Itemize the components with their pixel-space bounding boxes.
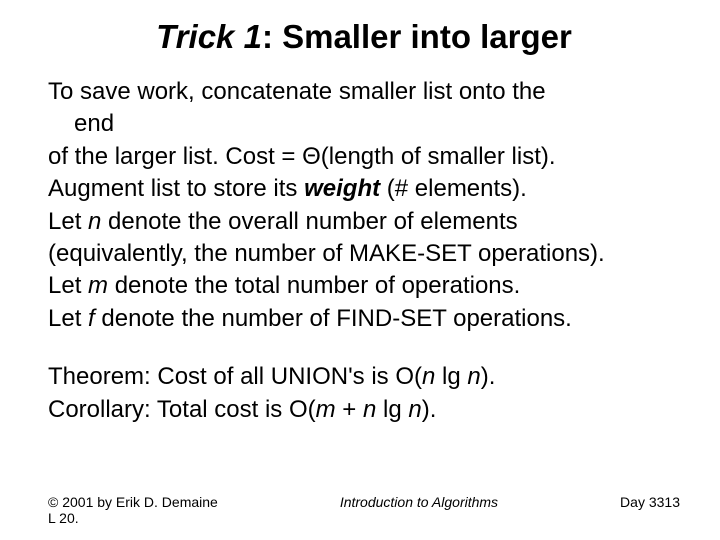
para-4a: Let: [48, 208, 88, 235]
corol-n2: n: [408, 396, 421, 423]
para-3a: Augment list to store its: [48, 175, 304, 202]
para-5: (equivalently, the number of MAKE-SET op…: [48, 238, 680, 270]
corol-n1: n: [363, 396, 376, 423]
weight-word: weight: [304, 175, 380, 202]
var-n: n: [88, 208, 101, 235]
para-6b: denote the total number of operations.: [108, 272, 520, 299]
lecture-number: L 20.: [48, 510, 218, 526]
copyright-text: © 2001 by Erik D. Demaine: [48, 494, 218, 510]
para-2: of the larger list. Cost = Θ(length of s…: [48, 141, 680, 173]
corol-d: ).: [422, 396, 437, 423]
footer-center: Introduction to Algorithms: [340, 494, 498, 510]
para-1b: end: [48, 108, 680, 140]
para-1a: To save work, concatenate smaller list o…: [48, 76, 680, 108]
theorem-a: Theorem: Cost of all UNION's is O(: [48, 363, 422, 390]
corollary-line: Corollary: Total cost is O(m + n lg n).: [48, 394, 680, 426]
theorem-line: Theorem: Cost of all UNION's is O(n lg n…: [48, 361, 680, 393]
theorem-c: ).: [481, 363, 496, 390]
theorem-n2: n: [467, 363, 480, 390]
para-2a: of the larger list. Cost =: [48, 143, 302, 170]
theta-symbol: Θ: [302, 143, 321, 170]
footer-left: © 2001 by Erik D. Demaine L 20.: [48, 494, 218, 526]
corol-a: Corollary: Total cost is O(: [48, 396, 316, 423]
para-7: Let f denote the number of FIND-SET oper…: [48, 303, 680, 335]
para-7a: Let: [48, 305, 88, 332]
corol-b: +: [336, 396, 363, 423]
para-6a: Let: [48, 272, 88, 299]
para-6: Let m denote the total number of operati…: [48, 270, 680, 302]
para-3b: (# elements).: [380, 175, 527, 202]
title-emph: Trick 1: [156, 18, 262, 55]
theorem-b: lg: [435, 363, 467, 390]
corol-m: m: [316, 396, 336, 423]
footer: © 2001 by Erik D. Demaine L 20. Introduc…: [48, 494, 680, 526]
para-7b: denote the number of FIND-SET operations…: [95, 305, 572, 332]
slide-title: Trick 1: Smaller into larger: [48, 18, 680, 56]
slide-body: To save work, concatenate smaller list o…: [48, 76, 680, 426]
para-4b: denote the overall number of elements: [101, 208, 517, 235]
para-2c: (length of smaller list).: [321, 143, 556, 170]
para-3: Augment list to store its weight (# elem…: [48, 173, 680, 205]
title-rest: : Smaller into larger: [262, 18, 572, 55]
slide: Trick 1: Smaller into larger To save wor…: [0, 0, 720, 540]
para-4: Let n denote the overall number of eleme…: [48, 206, 680, 238]
spacing: [48, 335, 680, 361]
corol-c: lg: [376, 396, 408, 423]
theorem-n1: n: [422, 363, 435, 390]
footer-right: Day 3313: [620, 494, 680, 510]
var-m: m: [88, 272, 108, 299]
var-f: f: [88, 305, 95, 332]
